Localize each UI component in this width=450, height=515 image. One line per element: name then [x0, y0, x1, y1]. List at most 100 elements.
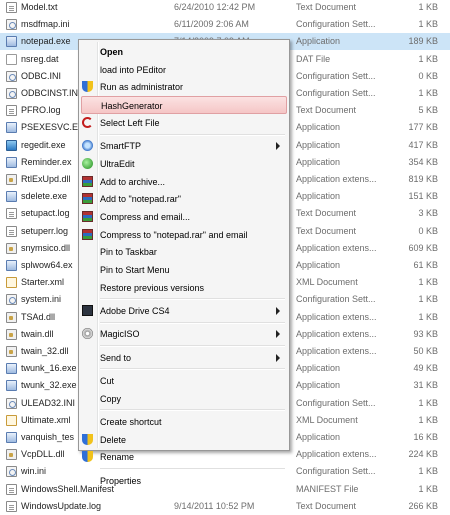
file-type: Configuration Sett...	[296, 397, 376, 408]
file-size: 61 KB	[413, 260, 438, 270]
file-size: 266 KB	[408, 500, 438, 511]
file-type: Configuration Sett...	[296, 88, 376, 98]
file-row[interactable]: Model.txt 6/24/2010 12:42 PM Text Document…	[0, 0, 450, 16]
file-size: 50 KB	[413, 346, 438, 356]
file-type: Application extens...	[296, 328, 377, 339]
application-icon	[6, 363, 17, 375]
menu-item-copy[interactable]: Copy	[81, 390, 287, 408]
file-type: Configuration Sett...	[296, 466, 376, 477]
menu-item-label: Cut	[100, 375, 115, 386]
menu-item-label: MagicISO	[100, 329, 140, 340]
file-type: Text Document	[296, 2, 357, 12]
file-type: XML Document	[296, 414, 358, 425]
menu-item-label: Run as administrator	[100, 82, 184, 93]
config-icon	[6, 294, 17, 306]
menu-item-magiciso[interactable]: MagicISO	[81, 325, 287, 343]
file-name: WindowsUpdate.log	[21, 500, 102, 511]
dll-icon	[6, 174, 17, 185]
file-size: 1 KB	[418, 88, 438, 98]
menu-item-delete[interactable]: Delete	[81, 431, 287, 449]
file-name: Ultimate.xml	[21, 414, 71, 425]
file-name: setupact.log	[21, 208, 70, 219]
file-name: nsreg.dat	[21, 53, 59, 64]
dll-icon	[6, 328, 17, 340]
file-size: 49 KB	[413, 363, 438, 374]
file-size: 0 KB	[418, 225, 438, 236]
file-date: 9/14/2011 10:52 PM	[174, 500, 255, 511]
menu-item-load-into-peditor[interactable]: load into PEditor	[81, 61, 287, 79]
menu-item-create-shortcut[interactable]: Create shortcut	[81, 413, 287, 431]
application-icon	[6, 260, 17, 271]
file-type: Text Document	[296, 500, 357, 511]
menu-item-adobe-drive-cs4[interactable]: Adobe Drive CS4	[81, 302, 287, 320]
doc-icon	[6, 2, 17, 13]
file-size: 16 KB	[413, 432, 438, 442]
file-row[interactable]: msdfmap.ini 6/11/2009 2:06 AM Configuratio…	[0, 16, 450, 33]
menu-item-add-to-archive[interactable]: Add to archive...	[81, 173, 287, 191]
menu-item-add-to-notepad-rar[interactable]: Add to "notepad.rar"	[81, 190, 287, 208]
file-size: 1 KB	[418, 483, 438, 494]
file-type: Text Document	[296, 208, 357, 219]
undo-icon	[82, 116, 93, 128]
submenu-arrow-icon	[276, 353, 280, 362]
file-type: Application	[296, 139, 341, 150]
doc-icon	[6, 500, 17, 512]
menu-item-label: Restore previous versions	[100, 282, 205, 293]
menu-separator	[100, 321, 285, 324]
menu-item-cut[interactable]: Cut	[81, 372, 287, 390]
menu-item-rename[interactable]: Rename	[81, 448, 287, 466]
menu-separator	[100, 133, 285, 136]
menu-separator	[100, 345, 285, 347]
shield-icon	[82, 451, 93, 463]
menu-item-restore-previous-versions[interactable]: Restore previous versions	[81, 279, 287, 297]
menu-item-label: SmartFTP	[100, 141, 142, 152]
file-size: 224 KB	[408, 449, 438, 460]
config-icon	[6, 19, 17, 31]
menu-item-pin-to-start-menu[interactable]: Pin to Start Menu	[81, 261, 287, 279]
menu-item-select-left-file[interactable]: Select Left File	[81, 114, 287, 132]
menu-item-label: Select Left File	[100, 117, 160, 128]
doc-icon	[6, 105, 17, 117]
file-type: Configuration Sett...	[296, 294, 376, 305]
menu-item-open[interactable]: Open	[81, 43, 287, 61]
file-type: Configuration Sett...	[296, 70, 376, 81]
menu-item-ultraedit[interactable]: UltraEdit	[81, 155, 287, 173]
menu-item-send-to[interactable]: Send to	[81, 349, 287, 367]
doc-icon	[6, 225, 17, 237]
file-type: XML Document	[296, 277, 358, 288]
menu-item-hashgenerator[interactable]: HashGenerator	[81, 96, 287, 115]
menu-item-smartftp[interactable]: SmartFTP	[81, 137, 287, 155]
menu-item-run-as-administrator[interactable]: Run as administrator	[81, 78, 287, 96]
application-icon	[6, 380, 17, 392]
config-icon	[6, 397, 17, 409]
menu-item-label: Open	[100, 47, 124, 57]
menu-item-compress-and-email[interactable]: Compress and email...	[81, 208, 287, 226]
rar-icon	[82, 210, 93, 222]
config-icon	[6, 466, 17, 478]
file-name: Model.txt	[21, 2, 58, 12]
application-icon	[6, 122, 17, 134]
file-name: msdfmap.ini	[21, 19, 70, 30]
menu-item-pin-to-taskbar[interactable]: Pin to Taskbar	[81, 243, 287, 261]
menu-separator	[100, 468, 285, 470]
file-row[interactable]: WindowsUpdate.log 9/14/2011 10:52 PM Text …	[0, 498, 450, 515]
file-type: Text Document	[296, 225, 357, 236]
smartftp-icon	[82, 140, 93, 152]
file-size: 819 KB	[408, 174, 438, 184]
file-size: 1 KB	[418, 294, 438, 305]
file-name: twain_32.dll	[21, 346, 69, 356]
menu-item-label: Compress to "notepad.rar" and email	[100, 229, 248, 240]
menu-separator	[100, 368, 285, 371]
config-icon	[6, 70, 17, 82]
file-size: 1 KB	[418, 466, 438, 477]
file-type: Application	[296, 260, 341, 270]
menu-item-label: Adobe Drive CS4	[100, 306, 170, 316]
file-name: TSAd.dll	[21, 311, 56, 322]
dll-icon	[6, 311, 17, 323]
doc-icon	[6, 208, 17, 220]
menu-separator	[100, 298, 285, 301]
menu-item-compress-to-notepad-rar-and-email[interactable]: Compress to "notepad.rar" and email	[81, 226, 287, 244]
file-name: regedit.exe	[21, 139, 66, 150]
dat-icon	[6, 53, 17, 65]
menu-item-properties[interactable]: Properties	[81, 472, 287, 490]
